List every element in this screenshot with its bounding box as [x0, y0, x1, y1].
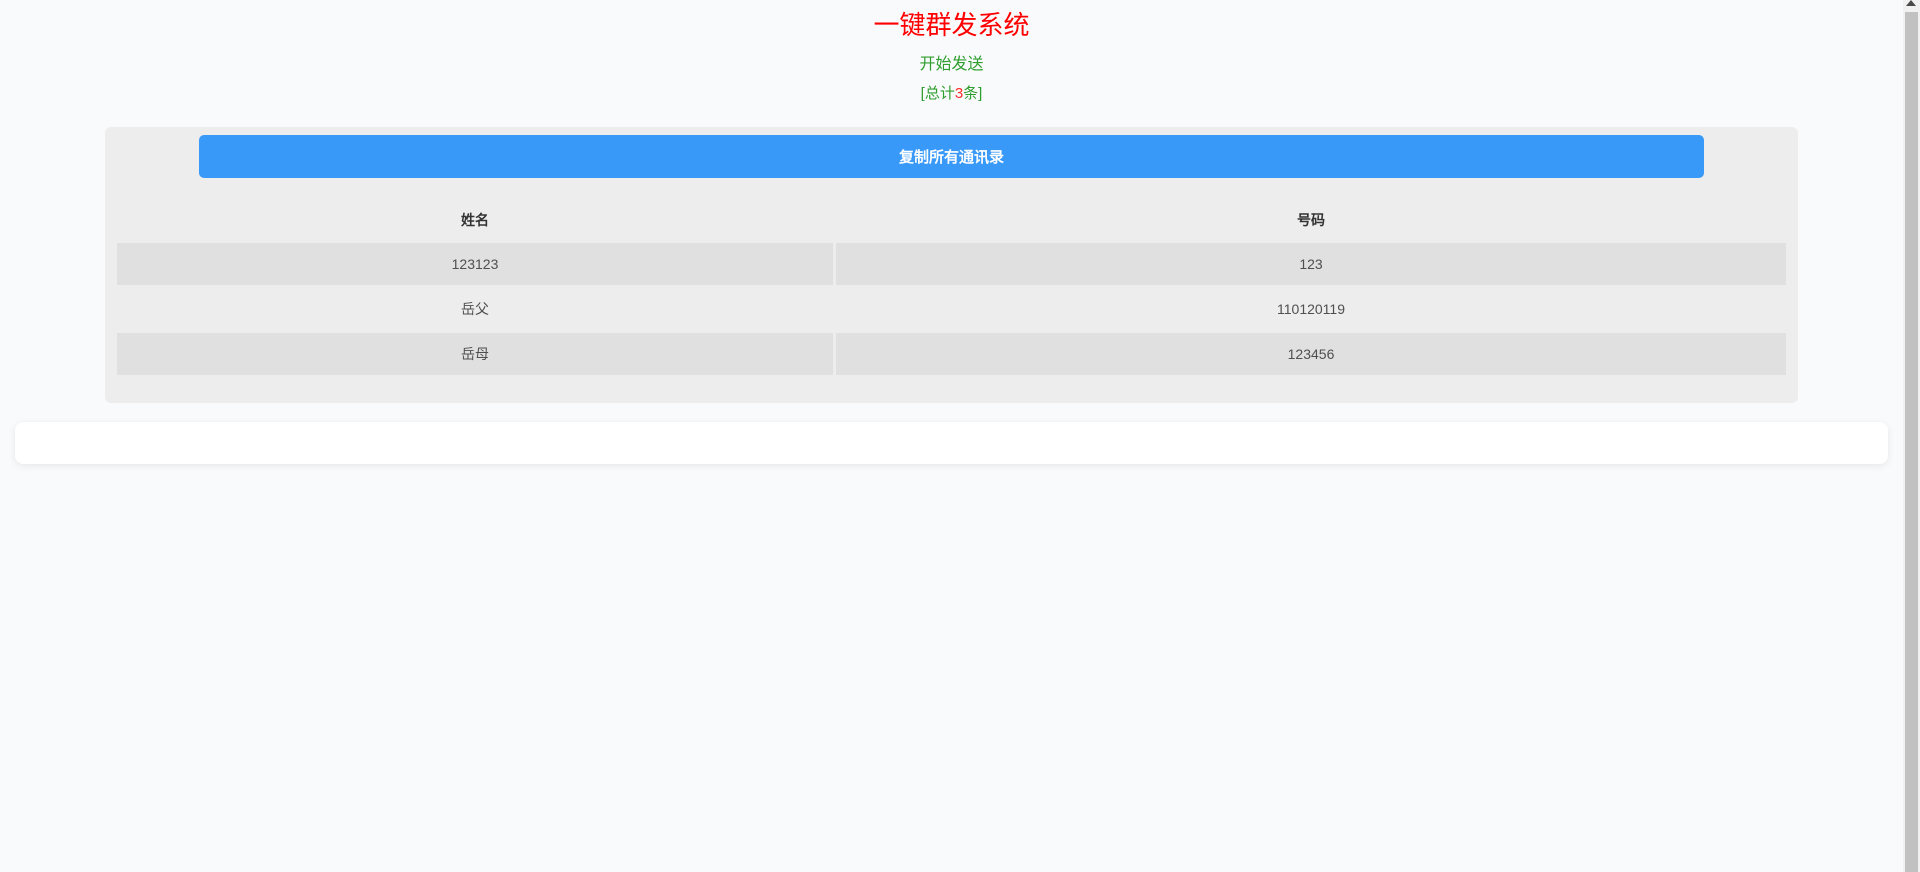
contacts-panel: 复制所有通讯录 姓名 号码 123123 123 岳父 110120119 岳母…: [105, 127, 1798, 403]
column-header-name: 姓名: [117, 206, 833, 234]
page-title: 一键群发系统: [0, 8, 1903, 42]
scrollbar-up-arrow-icon[interactable]: [1906, 0, 1916, 6]
table-row: 123123 123: [117, 243, 1786, 285]
table-header-row: 姓名 号码: [117, 206, 1786, 234]
total-count-line: [总计3条]: [0, 84, 1903, 104]
vertical-scrollbar[interactable]: [1903, 0, 1920, 872]
name-cell: 岳母: [117, 333, 833, 375]
column-header-number: 号码: [836, 206, 1786, 234]
bottom-panel: [15, 422, 1888, 464]
total-count: 3: [955, 85, 963, 102]
table-row: 岳母 123456: [117, 333, 1786, 375]
name-cell: 123123: [117, 243, 833, 285]
total-prefix: [总计: [921, 85, 955, 102]
scrollbar-thumb[interactable]: [1905, 12, 1918, 872]
name-cell: 岳父: [117, 288, 833, 330]
number-cell: 110120119: [836, 288, 1786, 330]
start-send-link[interactable]: 开始发送: [0, 55, 1903, 75]
copy-all-contacts-button[interactable]: 复制所有通讯录: [199, 135, 1704, 178]
table-body: 123123 123 岳父 110120119 岳母 123456: [117, 243, 1786, 375]
number-cell: 123456: [836, 333, 1786, 375]
table-row: 岳父 110120119: [117, 288, 1786, 330]
page: 一键群发系统 开始发送 [总计3条] 复制所有通讯录 姓名 号码 123123 …: [0, 0, 1903, 872]
total-suffix: 条]: [963, 85, 982, 102]
number-cell: 123: [836, 243, 1786, 285]
